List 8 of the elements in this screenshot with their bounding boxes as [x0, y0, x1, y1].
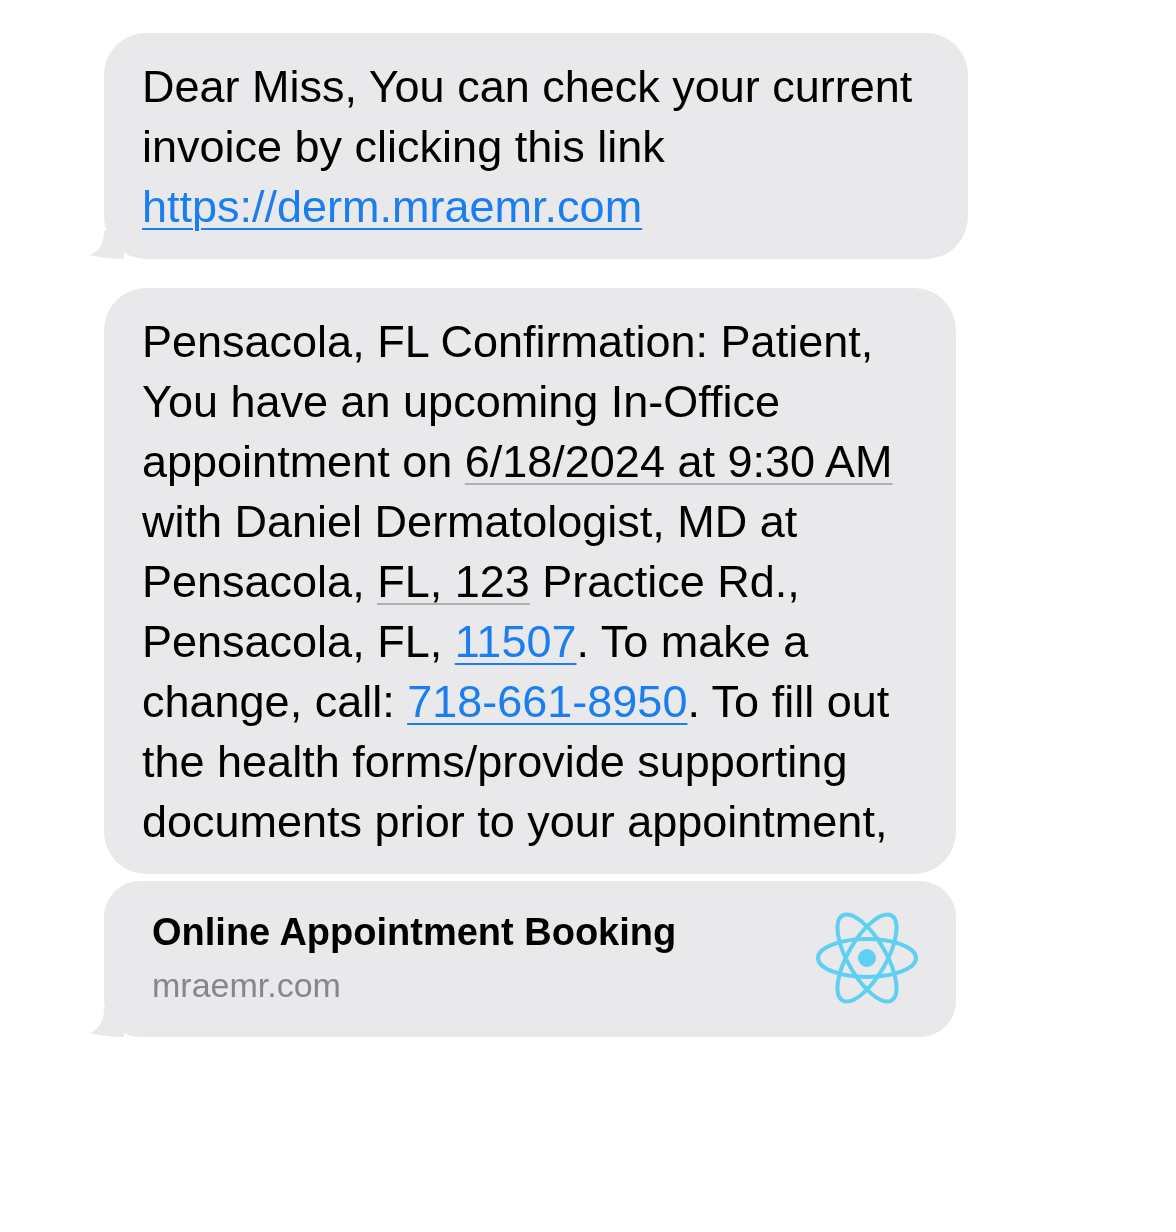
message-text: Pensacola, FL Confirmation: Patient, You have an upcoming In-Office appointment on 6/18/2024 at 9:30 AM with Daniel Dermatologist, MD at Pensacola, FL, 123 Practice Rd., Pensacola, FL, 11507. To make a change, call: 718-661-8950. To fill out the health forms/provide supporting documents prior to your appointment, — [142, 315, 894, 849]
message-link[interactable]: 11507 — [454, 616, 577, 667]
link-preview-card[interactable]: Online Appointment Booking mraemr.com — [104, 881, 956, 1037]
message-link[interactable]: 718-661-8950 — [407, 676, 688, 727]
link-preview-title: Online Appointment Booking — [152, 911, 677, 954]
message-link[interactable]: https://derm.mraemr.com — [142, 181, 643, 232]
link-preview-domain: mraemr.com — [152, 966, 342, 1005]
message-text: Dear Miss, You can check your current invoice by clicking this link https://derm.mraemr.com — [142, 60, 914, 234]
